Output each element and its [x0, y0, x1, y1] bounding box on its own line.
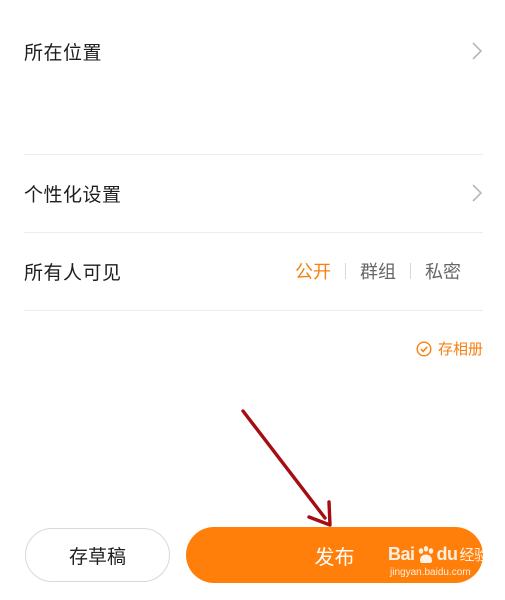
visibility-option-private[interactable]: 私密: [419, 258, 467, 284]
chevron-right-icon: [472, 184, 483, 202]
personalization-label: 个性化设置: [24, 183, 122, 206]
option-separator: [410, 263, 411, 279]
visibility-option-public[interactable]: 公开: [289, 258, 337, 284]
location-row[interactable]: 所在位置: [24, 36, 483, 66]
divider: [24, 154, 483, 155]
option-separator: [345, 263, 346, 279]
visibility-label: 所有人可见: [24, 261, 122, 284]
visibility-option-group[interactable]: 群组: [354, 258, 402, 284]
save-album-label: 存相册: [437, 340, 483, 358]
red-arrow-icon: [241, 409, 332, 527]
save-draft-button[interactable]: 存草稿: [25, 528, 170, 582]
personalization-row[interactable]: 个性化设置: [24, 178, 483, 208]
divider: [24, 310, 483, 311]
divider: [24, 232, 483, 233]
location-label: 所在位置: [24, 41, 103, 64]
save-album-toggle[interactable]: 存相册: [416, 338, 483, 359]
publish-button[interactable]: 发布: [186, 527, 483, 583]
visibility-options: 公开 群组 私密: [289, 256, 467, 286]
visibility-row: 所有人可见 公开 群组 私密: [24, 256, 483, 286]
check-circle-icon: [416, 340, 432, 357]
chevron-right-icon: [472, 42, 483, 60]
